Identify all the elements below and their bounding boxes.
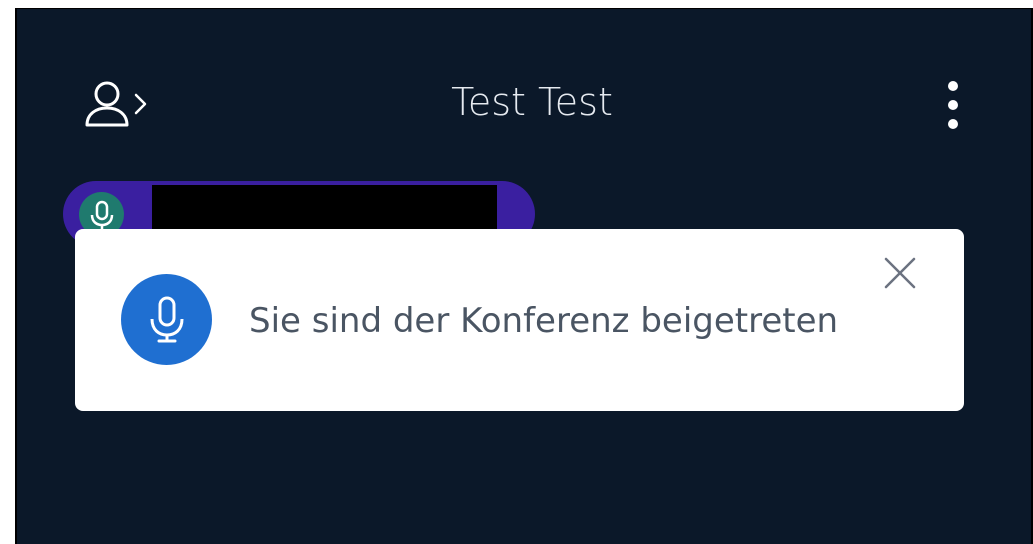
microphone-icon	[150, 296, 183, 342]
speaker-name-redacted	[152, 185, 497, 231]
chevron-right-icon	[134, 93, 147, 115]
conference-title: Test Test	[451, 80, 613, 124]
conference-screen: Test Test Sie sind der Konferenz beigetr…	[15, 8, 1033, 544]
more-vertical-icon-dot	[948, 81, 958, 91]
more-vertical-icon-dot	[948, 100, 958, 110]
more-vertical-icon-dot	[948, 119, 958, 129]
toast-message: Sie sind der Konferenz beigetreten	[249, 301, 839, 341]
close-icon	[884, 257, 916, 289]
microphone-icon	[90, 200, 113, 229]
toast-close-button[interactable]	[878, 251, 922, 295]
toast-icon-circle	[121, 274, 212, 365]
notification-toast: Sie sind der Konferenz beigetreten	[75, 229, 964, 411]
more-options-button[interactable]	[937, 75, 969, 135]
participants-button[interactable]	[83, 77, 157, 131]
person-icon	[85, 81, 129, 127]
